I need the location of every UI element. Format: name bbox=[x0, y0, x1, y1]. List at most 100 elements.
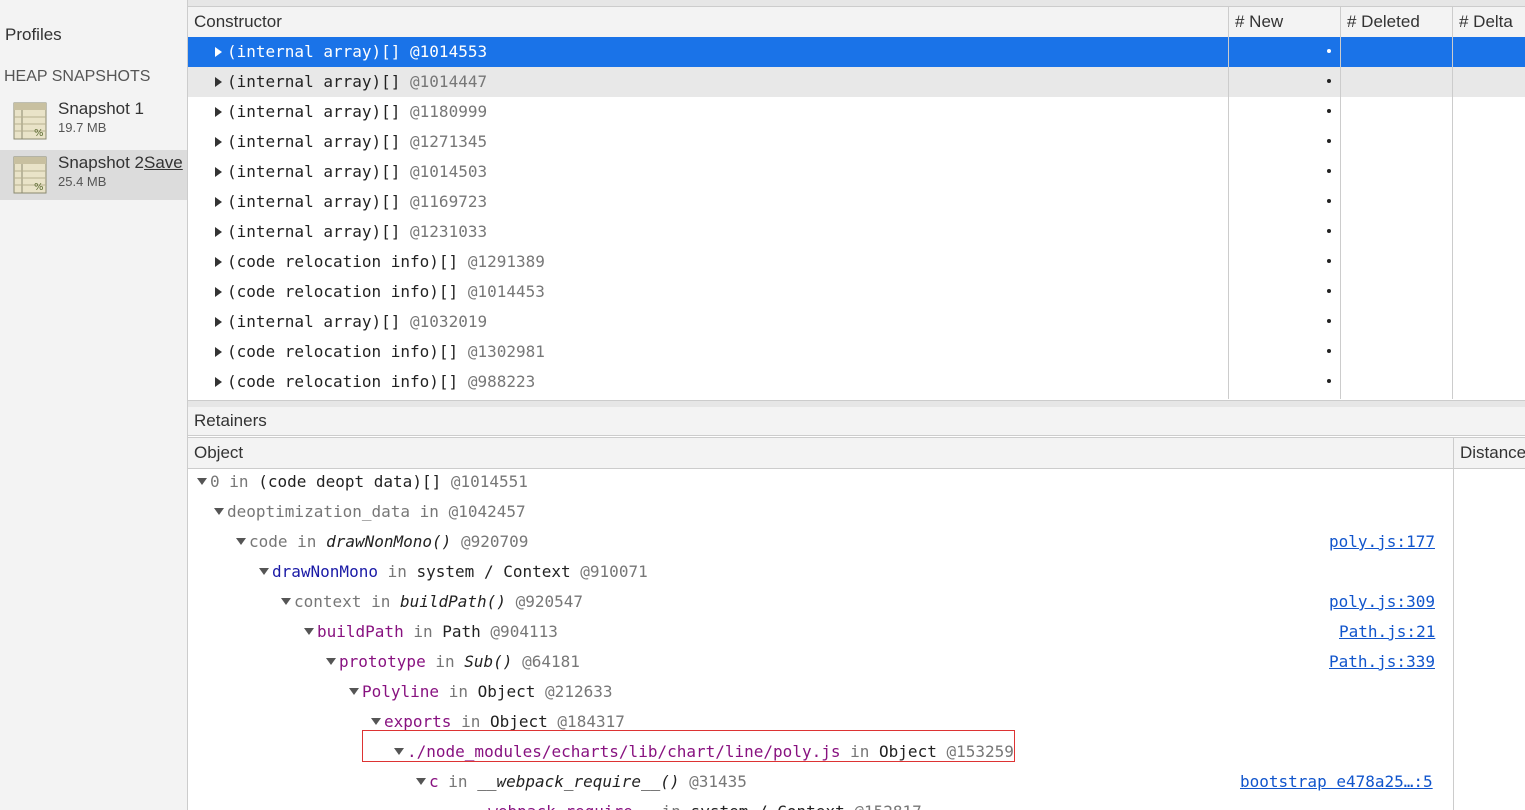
column-header-object[interactable]: Object bbox=[188, 438, 1454, 468]
tree-row[interactable]: context in buildPath() @920547 poly.js:3… bbox=[188, 587, 1525, 617]
tree-row[interactable]: code in drawNonMono() @920709 poly.js:17… bbox=[188, 527, 1525, 557]
retainer-id: @184317 bbox=[557, 712, 625, 731]
retainer-id: @31435 bbox=[689, 772, 747, 791]
retainer-type: Path bbox=[442, 622, 481, 641]
table-row[interactable]: (internal array)[] @1169723 bbox=[188, 187, 1525, 217]
column-header-new[interactable]: # New bbox=[1229, 7, 1341, 37]
new-dot bbox=[1327, 319, 1331, 323]
column-divider bbox=[1452, 37, 1453, 399]
retainer-type: system / Context bbox=[691, 802, 845, 810]
source-link[interactable]: poly.js:309 bbox=[1329, 592, 1435, 611]
retainer-property: 0 bbox=[210, 472, 220, 491]
row-id: @1302981 bbox=[467, 342, 545, 361]
table-row[interactable]: (internal array)[] @1014553 bbox=[188, 37, 1525, 67]
table-row[interactable]: (code relocation info)[] @1302981 bbox=[188, 337, 1525, 367]
collapse-triangle-icon[interactable] bbox=[259, 568, 269, 575]
retainer-id: @910071 bbox=[580, 562, 648, 581]
table-row[interactable]: (internal array)[] @1032019 bbox=[188, 307, 1525, 337]
tree-row[interactable]: drawNonMono in system / Context @910071 bbox=[188, 557, 1525, 587]
collapse-triangle-icon[interactable] bbox=[236, 538, 246, 545]
collapse-triangle-icon[interactable] bbox=[304, 628, 314, 635]
table-row[interactable]: (internal array)[] @1180999 bbox=[188, 97, 1525, 127]
source-link[interactable]: Path.js:339 bbox=[1329, 652, 1435, 671]
column-header-distance[interactable]: Distance bbox=[1454, 438, 1525, 468]
expand-arrow-icon[interactable] bbox=[215, 77, 222, 87]
expand-arrow-icon[interactable] bbox=[215, 107, 222, 117]
in-keyword: in bbox=[448, 682, 468, 701]
tree-row[interactable]: c in __webpack_require__() @31435 bootst… bbox=[188, 767, 1525, 797]
source-link[interactable]: poly.js:177 bbox=[1329, 532, 1435, 551]
tree-row[interactable]: prototype in Sub() @64181 Path.js:339 bbox=[188, 647, 1525, 677]
expand-arrow-icon[interactable] bbox=[215, 317, 222, 327]
new-dot bbox=[1327, 289, 1331, 293]
retainer-id: @152817 bbox=[854, 802, 921, 810]
in-keyword: in bbox=[229, 472, 249, 491]
expand-arrow-icon[interactable] bbox=[215, 227, 222, 237]
collapse-triangle-icon[interactable] bbox=[349, 688, 359, 695]
constructor-table-body: (internal array)[] @1014553 (internal ar… bbox=[188, 37, 1525, 399]
tree-row[interactable]: 0 in (code deopt data)[] @1014551 bbox=[188, 467, 1525, 497]
row-name: (internal array)[] bbox=[227, 192, 401, 211]
retainer-id: @64181 bbox=[522, 652, 580, 671]
snapshot-item-1[interactable]: % Snapshot 1 19.7 MB bbox=[0, 96, 187, 146]
retainer-type: Sub() bbox=[464, 652, 513, 671]
row-name: (code relocation info)[] bbox=[227, 372, 459, 391]
table-row[interactable]: (internal array)[] @1271345 bbox=[188, 127, 1525, 157]
source-link[interactable]: bootstrap e478a25…:5 bbox=[1240, 772, 1433, 791]
expand-arrow-icon[interactable] bbox=[215, 257, 222, 267]
retainers-table-header: Object Distance bbox=[188, 437, 1525, 469]
new-dot bbox=[1327, 259, 1331, 263]
collapse-triangle-icon[interactable] bbox=[416, 778, 426, 785]
expand-arrow-icon[interactable] bbox=[215, 167, 222, 177]
snapshot-size: 25.4 MB bbox=[58, 174, 107, 189]
row-id: @1014447 bbox=[410, 72, 488, 91]
table-row[interactable]: (code relocation info)[] @1014453 bbox=[188, 277, 1525, 307]
save-snapshot-link[interactable]: Save bbox=[144, 153, 183, 172]
collapse-triangle-icon[interactable] bbox=[214, 508, 224, 515]
constructor-table-header: Constructor # New # Deleted # Delta bbox=[188, 7, 1525, 38]
expand-arrow-icon[interactable] bbox=[215, 137, 222, 147]
row-id: @1169723 bbox=[410, 192, 488, 211]
expand-arrow-icon[interactable] bbox=[215, 47, 222, 57]
table-row[interactable]: (code relocation info)[] @1291389 bbox=[188, 247, 1525, 277]
snapshot-item-2[interactable]: % Snapshot 2Save 25.4 MB bbox=[0, 150, 187, 200]
column-header-delta[interactable]: # Delta bbox=[1453, 7, 1525, 37]
new-dot bbox=[1327, 229, 1331, 233]
row-name: (code relocation info)[] bbox=[227, 282, 459, 301]
row-id: @988223 bbox=[467, 372, 536, 391]
new-dot bbox=[1327, 109, 1331, 113]
source-link[interactable]: Path.js:21 bbox=[1339, 622, 1435, 641]
table-row[interactable]: (internal array)[] @1231033 bbox=[188, 217, 1525, 247]
collapse-triangle-icon[interactable] bbox=[281, 598, 291, 605]
expand-arrow-icon[interactable] bbox=[215, 347, 222, 357]
toolbar-divider bbox=[188, 0, 1525, 7]
expand-arrow-icon[interactable] bbox=[215, 197, 222, 207]
column-header-deleted[interactable]: # Deleted bbox=[1341, 7, 1453, 37]
row-name: (internal array)[] bbox=[227, 312, 401, 331]
column-divider bbox=[1340, 37, 1341, 399]
retainer-property: Polyline bbox=[362, 682, 440, 701]
retainer-id: @920709 bbox=[460, 532, 529, 551]
collapse-triangle-icon[interactable] bbox=[326, 658, 336, 665]
collapse-triangle-icon[interactable] bbox=[197, 478, 207, 485]
expand-arrow-icon[interactable] bbox=[215, 377, 222, 387]
row-id: @1271345 bbox=[410, 132, 488, 151]
table-row[interactable]: (code relocation info)[] @988223 bbox=[188, 367, 1525, 397]
row-name: (internal array)[] bbox=[227, 162, 401, 181]
new-dot bbox=[1327, 169, 1331, 173]
table-row[interactable]: (internal array)[] @1014447 bbox=[188, 67, 1525, 97]
expand-arrow-icon[interactable] bbox=[215, 287, 222, 297]
collapse-triangle-icon[interactable] bbox=[371, 718, 381, 725]
tree-row[interactable]: __webpack_require__ in system / Context … bbox=[188, 797, 1525, 810]
new-dot bbox=[1327, 139, 1331, 143]
tree-row[interactable]: buildPath in Path @904113 Path.js:21 bbox=[188, 617, 1525, 647]
retainer-property: __webpack_require__ bbox=[469, 802, 652, 810]
column-header-constructor[interactable]: Constructor bbox=[188, 7, 1229, 37]
retainer-property: buildPath bbox=[317, 622, 404, 641]
new-dot bbox=[1327, 199, 1331, 203]
table-row[interactable]: (internal array)[] @1014503 bbox=[188, 157, 1525, 187]
retainer-id: @904113 bbox=[490, 622, 558, 641]
snapshot-size: 19.7 MB bbox=[58, 120, 107, 135]
tree-row[interactable]: Polyline in Object @212633 bbox=[188, 677, 1525, 707]
tree-row[interactable]: deoptimization_data in @1042457 bbox=[188, 497, 1525, 527]
